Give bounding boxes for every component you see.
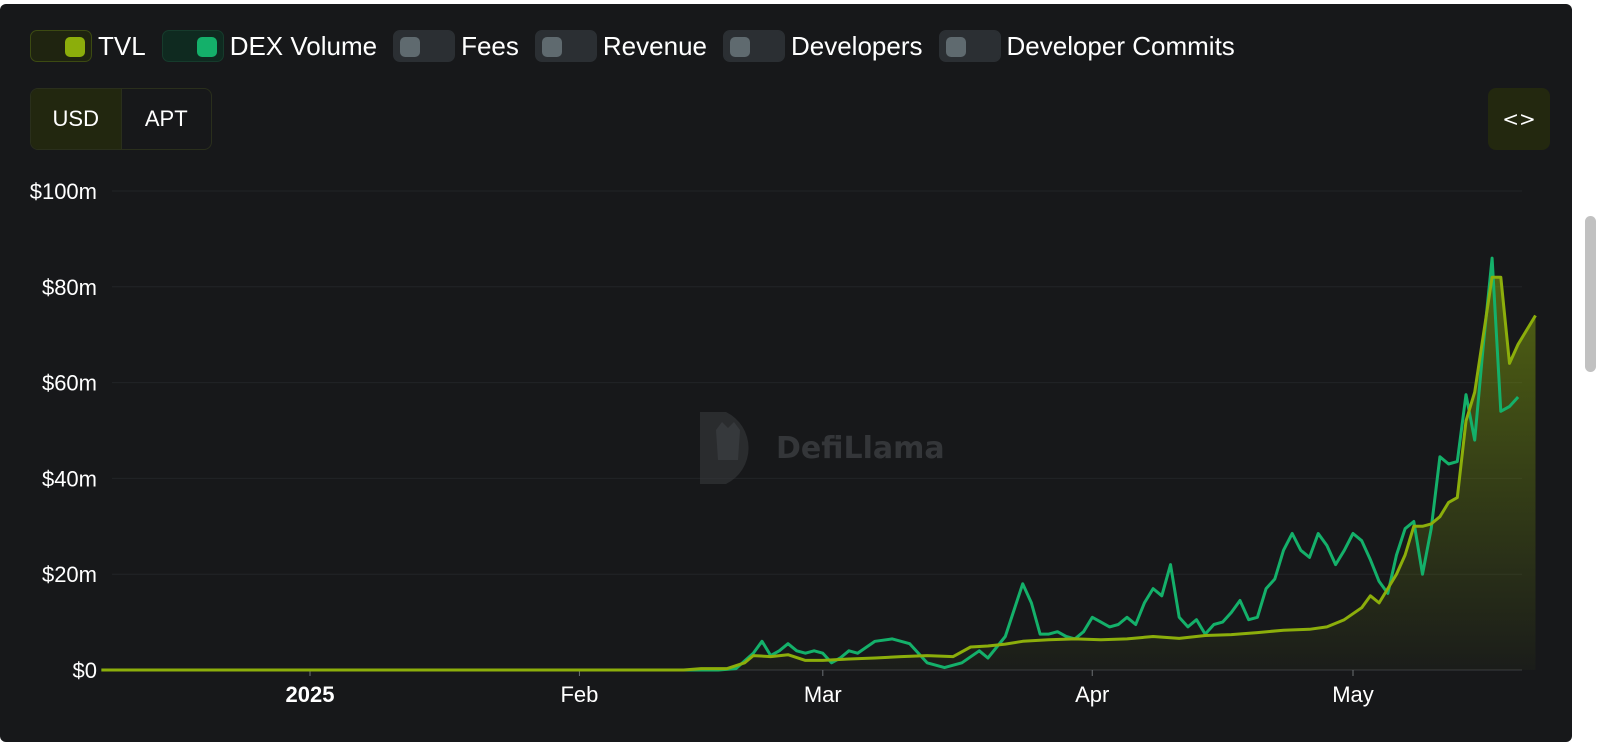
x-tick-label: Apr (1075, 682, 1109, 707)
x-tick-label: Mar (804, 682, 842, 707)
x-tick-label: Feb (560, 682, 598, 707)
x-tick-label: 2025 (286, 682, 335, 707)
tvl-volume-chart: DefiLlama $0 $20m $40m $60m $80m $100m 2025 Fe… (30, 179, 1537, 707)
y-tick-label: $40m (42, 466, 97, 491)
series-line-tvl (101, 275, 1537, 672)
scrollbar-thumb[interactable] (1585, 216, 1596, 372)
y-tick-label: $60m (42, 371, 97, 396)
y-tick-label: $0 (73, 658, 97, 683)
watermark-text: DefiLlama (776, 431, 945, 466)
x-tick-label: May (1332, 682, 1374, 707)
y-tick-label: $80m (42, 275, 97, 300)
y-tick-label: $20m (42, 562, 97, 587)
series-area-tvl (101, 277, 1536, 670)
y-tick-label: $100m (30, 179, 97, 204)
defillama-watermark: DefiLlama (700, 412, 945, 484)
x-axis: 2025 Feb Mar Apr May (286, 670, 1374, 707)
y-axis: $0 $20m $40m $60m $80m $100m (30, 179, 97, 683)
